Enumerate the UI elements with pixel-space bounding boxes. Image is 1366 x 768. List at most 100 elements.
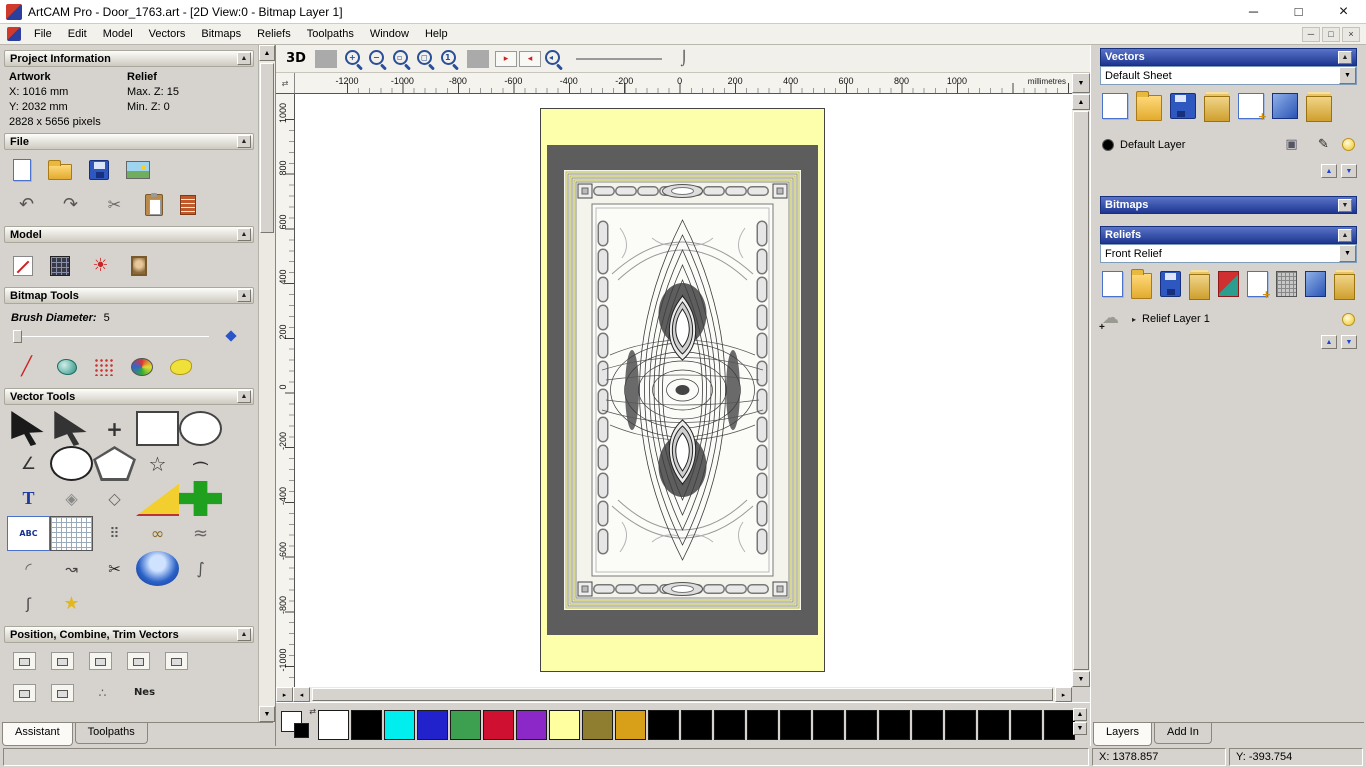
color-swatch-green[interactable]	[450, 709, 481, 740]
relief-stack-icon[interactable]	[1189, 274, 1210, 300]
reset-relief-icon[interactable]	[1218, 271, 1239, 297]
open-model-icon[interactable]	[48, 160, 72, 180]
relief-options-icon[interactable]	[1334, 274, 1355, 300]
color-swatch-black[interactable]	[648, 709, 679, 740]
zoom-fit-icon[interactable]: ◻	[415, 48, 437, 70]
new-relief-icon[interactable]	[1102, 271, 1123, 297]
layer-edit-icon[interactable]: ✎	[1310, 131, 1337, 158]
close-button[interactable]: ×	[1321, 0, 1366, 24]
collapse-reliefs-button[interactable]: ▲	[1338, 228, 1352, 242]
expand-bitmaps-button[interactable]: ▼	[1338, 198, 1352, 212]
save-model-icon[interactable]	[89, 160, 109, 180]
star-wrap-icon[interactable]: ★	[50, 586, 93, 621]
zoom-previous-icon[interactable]: ◂	[543, 48, 565, 70]
collapse-section-button[interactable]: ▲	[237, 135, 251, 148]
color-swatch-black[interactable]	[1011, 709, 1042, 740]
menu-item[interactable]: Toolpaths	[299, 25, 362, 43]
menu-item[interactable]: File	[26, 25, 60, 43]
layer-color-swatch[interactable]	[1102, 138, 1114, 151]
mirror-icon[interactable]	[51, 683, 74, 702]
menu-item[interactable]: Edit	[60, 25, 95, 43]
canvas-horizontal-scrollbar[interactable]: ▸ ◂ ▸	[276, 687, 1072, 702]
new-model-icon[interactable]	[13, 159, 31, 181]
save-relief-icon[interactable]	[1160, 271, 1181, 297]
color-swatch-olive[interactable]	[582, 709, 613, 740]
collapse-section-button[interactable]: ▲	[237, 52, 251, 65]
create-arc-icon[interactable]: (	[183, 442, 218, 485]
palette-scroll-down-button[interactable]: ▼	[1073, 722, 1087, 735]
relief-thumbnail[interactable]: ☁ +	[1099, 309, 1126, 333]
paste-along-curve-icon[interactable]	[50, 516, 93, 551]
relief-layer-row[interactable]: ☁ + ▸ Relief Layer 1	[1099, 305, 1357, 333]
ruler-corner[interactable]: ⇄	[276, 73, 295, 94]
flood-fill-icon[interactable]	[170, 358, 192, 375]
measure-icon[interactable]: ◈	[50, 481, 93, 516]
pan-button[interactable]: ▸	[276, 687, 293, 702]
view-3d-button[interactable]: 3D	[283, 48, 309, 70]
align-centers-icon[interactable]	[51, 652, 74, 670]
vector-layer-name[interactable]: Default Layer	[1120, 139, 1272, 151]
move-layer-up-button[interactable]: ▲	[1321, 164, 1337, 178]
center-in-page-icon[interactable]	[13, 652, 36, 670]
open-vectors-icon[interactable]	[1136, 91, 1162, 121]
tab-toolpaths[interactable]: Toolpaths	[74, 723, 148, 744]
vector-sheet-select[interactable]: Default Sheet ▼	[1100, 66, 1357, 85]
color-swatch-pale-yellow[interactable]	[549, 709, 580, 740]
create-text-icon[interactable]: T	[7, 481, 50, 516]
fillet-icon[interactable]	[136, 483, 179, 516]
minimize-button[interactable]: ─	[1231, 0, 1276, 24]
create-ellipse-icon[interactable]	[179, 411, 222, 446]
group-icon[interactable]: ∴	[89, 679, 116, 706]
create-polyline-icon[interactable]: ∠	[7, 446, 50, 481]
align-bottom-icon[interactable]	[127, 652, 150, 670]
menu-item[interactable]: Help	[417, 25, 456, 43]
select-vectors-icon[interactable]	[11, 411, 44, 446]
color-swatch-red[interactable]	[483, 709, 514, 740]
menu-item[interactable]: Bitmaps	[193, 25, 249, 43]
toggle-all-layers-icon[interactable]	[1306, 96, 1332, 122]
scroll-down-button[interactable]: ▼	[1072, 671, 1090, 687]
color-swatch-black[interactable]	[681, 709, 712, 740]
secondary-color-swatch[interactable]	[294, 722, 309, 738]
color-swatch-cyan[interactable]	[384, 709, 415, 740]
align-right-icon[interactable]	[13, 683, 36, 702]
open-relief-icon[interactable]	[1131, 269, 1152, 299]
color-swatch-black[interactable]	[714, 709, 745, 740]
scroll-right-button[interactable]: ▸	[1055, 687, 1072, 702]
menu-item[interactable]: Model	[95, 25, 141, 43]
scroll-down-button[interactable]: ▼	[259, 706, 275, 722]
color-swatch-black[interactable]	[1044, 709, 1075, 740]
scroll-left-button[interactable]: ◂	[293, 687, 310, 702]
maximize-button[interactable]: □	[1276, 0, 1321, 24]
lighting-icon[interactable]: ☀	[87, 252, 114, 279]
wrap-text-icon[interactable]: ABC	[7, 516, 50, 551]
scroll-up-button[interactable]: ▲	[259, 45, 275, 61]
color-swatch-black[interactable]	[813, 709, 844, 740]
menu-item[interactable]: Reliefs	[249, 25, 299, 43]
slider-handle[interactable]	[13, 330, 22, 343]
dropdown-arrow-icon[interactable]: ▼	[1339, 67, 1356, 84]
nest-vectors-icon[interactable]: ⠿	[93, 516, 136, 551]
relief-grid-icon[interactable]	[1276, 271, 1297, 297]
redo-icon[interactable]: ↷	[57, 191, 84, 218]
create-circle-icon[interactable]	[50, 446, 93, 481]
notes-icon[interactable]	[180, 194, 196, 215]
color-swatch-black[interactable]	[846, 709, 877, 740]
zoom-scale-icon[interactable]: 1	[439, 48, 461, 70]
undo-icon[interactable]: ↶	[13, 191, 40, 218]
scroll-thumb[interactable]	[260, 63, 274, 233]
section-icon[interactable]: ʃ	[7, 586, 50, 621]
color-swatch-black[interactable]	[747, 709, 778, 740]
collapse-section-button[interactable]: ▲	[237, 390, 251, 403]
spline-icon[interactable]: ∫	[179, 551, 222, 586]
align-left-icon[interactable]	[165, 652, 188, 670]
create-rectangle-icon[interactable]	[136, 411, 179, 446]
load-texture-icon[interactable]	[131, 255, 147, 276]
color-swatch-purple[interactable]	[516, 709, 547, 740]
menu-item[interactable]: Vectors	[141, 25, 194, 43]
dropdown-arrow-icon[interactable]: ▼	[1339, 245, 1356, 262]
transform-vectors-icon[interactable]: +	[93, 411, 136, 446]
new-vector-layer-icon[interactable]	[1238, 93, 1267, 123]
layer-visibility-icon[interactable]	[1342, 138, 1355, 151]
slider-track[interactable]	[13, 336, 209, 337]
